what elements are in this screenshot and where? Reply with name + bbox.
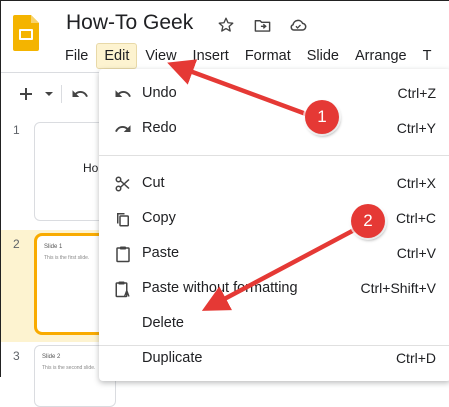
menu-item-shortcut: Ctrl+Shift+V (360, 280, 436, 296)
slide-number: 3 (13, 349, 20, 363)
menu-slide[interactable]: Slide (299, 43, 347, 69)
menu-item-label: Cut (142, 175, 165, 191)
slide-number: 1 (13, 123, 20, 137)
menu-item-shortcut: Ctrl+Z (397, 85, 437, 101)
menu-file[interactable]: File (57, 43, 96, 69)
slide-thumbnail-title: Slide 1 (44, 244, 63, 250)
menu-item-copy[interactable]: Copy Ctrl+C (99, 202, 449, 236)
slide-filmstrip: 1 Ho 2 Slide 1 This is the first slide. … (1, 113, 120, 407)
scissors-icon (113, 174, 133, 194)
document-title[interactable]: How-To Geek (66, 11, 193, 35)
paste-text-icon (113, 279, 133, 299)
menu-item-label: Paste (142, 245, 180, 261)
menu-view[interactable]: View (137, 43, 184, 69)
menu-format[interactable]: Format (237, 43, 299, 69)
redo-icon (113, 119, 133, 139)
plus-icon (20, 88, 32, 100)
menu-tools[interactable]: T (415, 43, 440, 69)
menu-item-shortcut: Ctrl+V (396, 245, 436, 261)
menu-item-redo[interactable]: Redo Ctrl+Y (99, 112, 449, 146)
menu-item-label: Copy (142, 210, 176, 226)
menu-arrange[interactable]: Arrange (347, 43, 415, 69)
menu-item-shortcut: Ctrl+Y (396, 120, 436, 136)
new-slide-button[interactable] (13, 79, 39, 109)
menu-item-label: Delete (142, 315, 184, 331)
menu-item-label: Duplicate (142, 350, 203, 366)
menu-item-label: Undo (142, 85, 177, 101)
dropdown-caret-icon (45, 92, 53, 96)
menu-item-undo[interactable]: Undo Ctrl+Z (99, 77, 449, 111)
top-bar: How-To Geek File Edit View Insert Format… (1, 1, 449, 73)
undo-icon (72, 90, 88, 97)
menu-item-duplicate[interactable]: Duplicate Ctrl+D (99, 342, 449, 376)
toolbar-separator (61, 85, 62, 103)
slide-thumbnail-title: Slide 2 (42, 354, 61, 360)
menu-separator (99, 155, 449, 156)
menu-item-paste[interactable]: Paste Ctrl+V (99, 237, 449, 271)
slide-thumbnail-body: This is the first slide. (44, 255, 90, 261)
menu-item-paste-without-formatting[interactable]: Paste without formatting Ctrl+Shift+V (99, 272, 449, 306)
menu-item-delete[interactable]: Delete (99, 307, 449, 341)
menu-insert[interactable]: Insert (185, 43, 237, 69)
menu-item-shortcut: Ctrl+X (396, 175, 436, 191)
undo-toolbar-button[interactable] (67, 79, 93, 109)
slide-thumbnail-body: This is the second slide. (42, 365, 96, 371)
google-slides-logo[interactable] (13, 15, 39, 51)
menu-edit[interactable]: Edit (96, 43, 138, 69)
menu-item-shortcut: Ctrl+D (395, 350, 436, 366)
undo-icon (113, 84, 133, 104)
star-icon[interactable] (215, 14, 237, 36)
menu-item-label: Redo (142, 120, 177, 136)
toolbar (9, 79, 109, 109)
annotation-badge-2: 2 (351, 204, 385, 238)
move-to-folder-icon[interactable] (251, 14, 273, 36)
new-slide-layout-dropdown[interactable] (41, 79, 57, 109)
slide-thumbnail-text: Ho (83, 161, 99, 175)
menu-bar: File Edit View Insert Format Slide Arran… (57, 43, 439, 69)
clipboard-icon (113, 244, 133, 264)
menu-item-shortcut: Ctrl+C (395, 210, 436, 226)
edit-dropdown-menu: Undo Ctrl+Z Redo Ctrl+Y Cut Ctrl+X Copy … (99, 69, 449, 381)
cloud-saved-icon[interactable] (287, 14, 309, 36)
menu-item-label: Paste without formatting (142, 280, 298, 296)
annotation-badge-1: 1 (305, 100, 339, 134)
menu-item-cut[interactable]: Cut Ctrl+X (99, 167, 449, 201)
copy-icon (113, 209, 133, 229)
slide-number: 2 (13, 237, 20, 251)
